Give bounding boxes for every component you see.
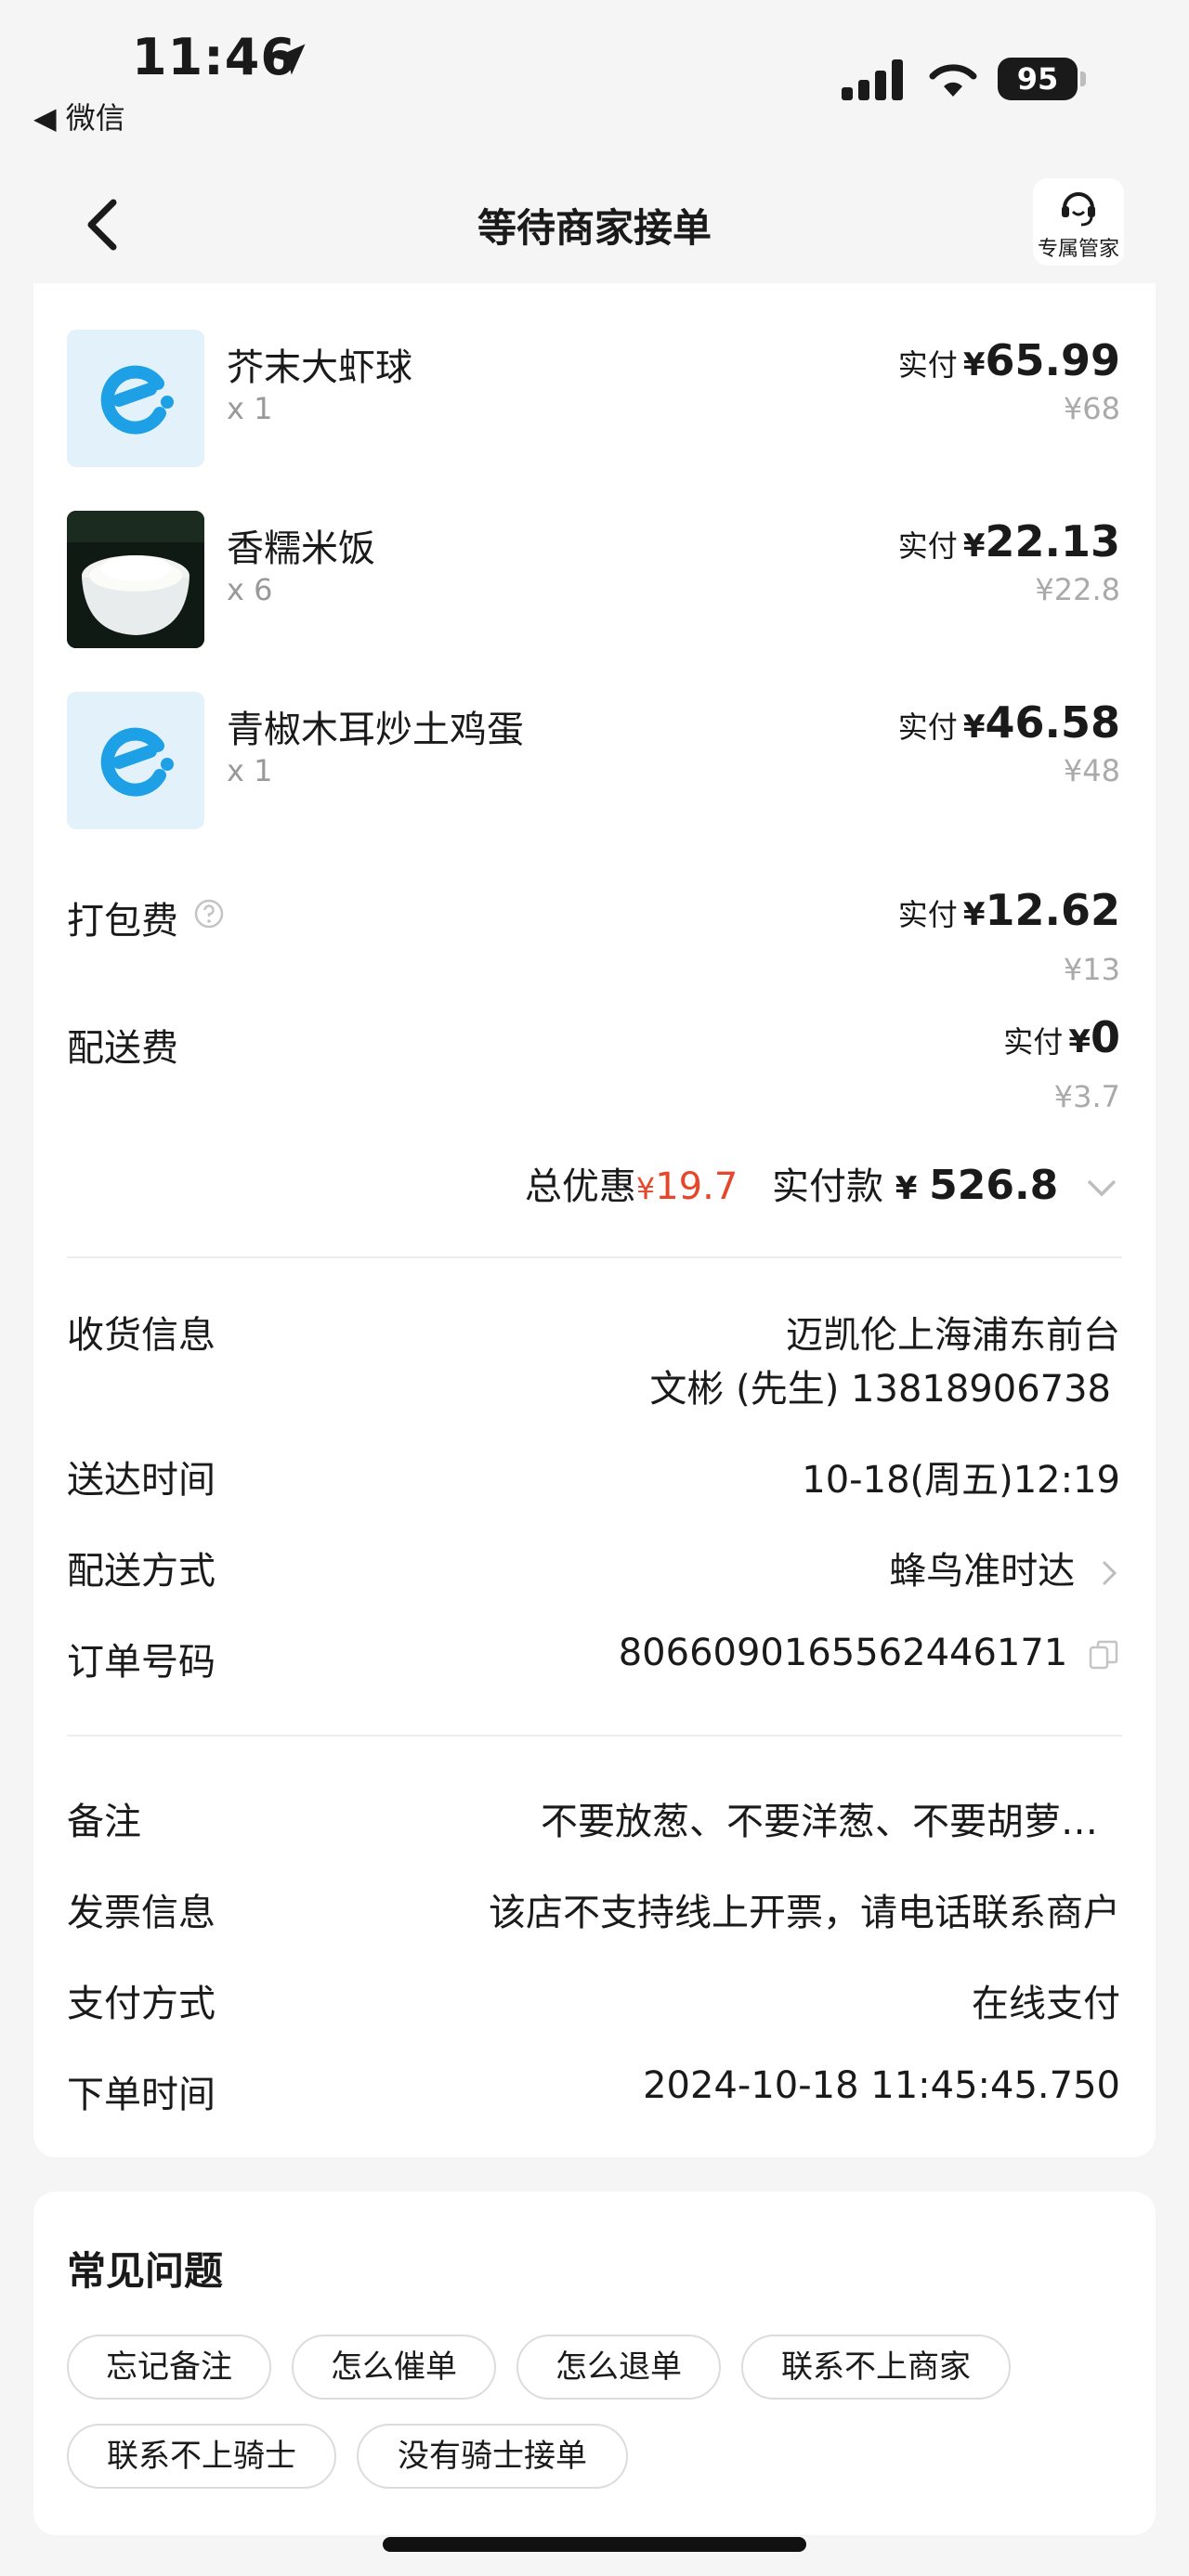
headset-icon <box>1062 192 1095 227</box>
recipient-label: 收货信息 <box>67 1314 216 1357</box>
delivery-time-label: 送达时间 <box>67 1459 216 1502</box>
discount-label: 总优惠 <box>524 1165 636 1208</box>
packing-fee-label: 打包费 <box>67 900 178 943</box>
divider <box>67 1256 1122 1258</box>
recipient-address: 迈凯伦上海浦东前台 <box>786 1314 1120 1357</box>
item-paid-price: 实付 ¥22.13 <box>897 516 1120 566</box>
invoice-value: 该店不支持线上开票，请电话联系商户 <box>489 1892 1120 1934</box>
packing-fee-paid: 实付 ¥12.62 <box>897 885 1120 935</box>
faq-chip-cannot-reach-rider[interactable]: 联系不上骑士 <box>67 2424 336 2489</box>
nav-bar: 等待商家接单 专属管家 <box>0 158 1189 288</box>
battery-level: 95 <box>998 58 1078 100</box>
delivery-method-label: 配送方式 <box>67 1550 216 1593</box>
payment-method-label: 支付方式 <box>67 1983 216 2025</box>
price-summary[interactable]: 总优惠¥19.7 实付款 ¥ 526.8 <box>525 1156 1120 1210</box>
item-original-price: ¥22.8 <box>1035 572 1120 607</box>
item-name: 青椒木耳炒土鸡蛋 <box>227 709 524 751</box>
ele-logo-icon <box>67 692 204 829</box>
help-icon[interactable] <box>193 898 225 930</box>
battery-icon: 95 <box>998 58 1087 100</box>
rice-bowl-photo <box>67 511 204 648</box>
faq-chip-cannot-reach-merchant[interactable]: 联系不上商家 <box>741 2335 1011 2400</box>
order-time-value: 2024-10-18 11:45:45.750 <box>643 2064 1120 2107</box>
status-bar: 11:46 ◀ 微信 95 <box>0 0 1189 158</box>
item-original-price: ¥68 <box>1063 391 1120 426</box>
faq-chip-cancel-order[interactable]: 怎么退单 <box>516 2335 721 2400</box>
order-number-value[interactable]: 8066090165562446171 <box>619 1632 1120 1674</box>
note-label: 备注 <box>67 1801 141 1843</box>
divider <box>67 1735 1122 1737</box>
delivery-fee-original: ¥3.7 <box>1053 1079 1120 1114</box>
faq-chip-no-rider[interactable]: 没有骑士接单 <box>357 2424 628 2489</box>
item-quantity: x 1 <box>227 753 273 788</box>
faq-title: 常见问题 <box>67 2248 224 2294</box>
item-paid-price: 实付 ¥46.58 <box>897 697 1120 748</box>
order-number-label: 订单号码 <box>67 1641 216 1684</box>
delivery-fee-label: 配送费 <box>67 1027 178 1070</box>
location-arrow-icon <box>274 44 306 75</box>
recipient-contact: 文彬 (先生) 13818906738 <box>649 1368 1111 1411</box>
order-detail-card: 芥末大虾球 x 1 实付 ¥65.99 ¥68 香糯米饭 x 6 实付 ¥22.13… <box>33 283 1156 2157</box>
chevron-right-icon <box>1102 1560 1117 1586</box>
back-to-wechat-link[interactable]: ◀ 微信 <box>33 95 125 137</box>
wifi-icon <box>929 64 977 97</box>
invoice-label: 发票信息 <box>67 1892 216 1934</box>
home-indicator[interactable] <box>383 2537 806 2552</box>
cellular-signal-icon <box>842 59 903 100</box>
page-title: 等待商家接单 <box>477 205 712 251</box>
faq-chip-urge-order[interactable]: 怎么催单 <box>292 2335 496 2400</box>
ele-logo-icon <box>67 330 204 467</box>
item-quantity: x 1 <box>227 391 273 426</box>
item-name: 芥末大虾球 <box>227 346 412 389</box>
delivery-fee-row: 配送费 实付 ¥0 ¥3.7 <box>33 1012 1156 1124</box>
order-item[interactable]: 青椒木耳炒土鸡蛋 x 1 实付 ¥46.58 ¥48 <box>33 692 1156 840</box>
order-time-label: 下单时间 <box>67 2074 216 2116</box>
delivery-fee-paid: 实付 ¥0 <box>1003 1012 1120 1062</box>
packing-fee-row: 打包费 实付 ¥12.62 ¥13 <box>33 885 1156 996</box>
faq-chip-forgot-note[interactable]: 忘记备注 <box>67 2335 271 2400</box>
note-value[interactable]: 不要放葱、不要洋葱、不要胡萝… <box>541 1791 1098 1845</box>
copy-icon[interactable] <box>1087 1638 1120 1672</box>
faq-card: 常见问题 忘记备注 怎么催单 怎么退单 联系不上商家 联系不上骑士 没有骑士接单 <box>33 2192 1156 2535</box>
item-paid-price: 实付 ¥65.99 <box>897 335 1120 385</box>
packing-fee-original: ¥13 <box>1063 952 1120 987</box>
discount-value: 19.7 <box>655 1165 738 1208</box>
order-item[interactable]: 芥末大虾球 x 1 实付 ¥65.99 ¥68 <box>33 330 1156 478</box>
item-quantity: x 6 <box>227 572 273 607</box>
paid-total-label: 实付款 <box>771 1165 883 1208</box>
service-label: 专属管家 <box>1037 238 1119 261</box>
chevron-down-icon[interactable] <box>1083 1176 1120 1202</box>
payment-method-value: 在线支付 <box>972 1983 1120 2025</box>
item-original-price: ¥48 <box>1063 753 1120 788</box>
delivery-time-value: 10-18(周五)12:19 <box>802 1459 1120 1502</box>
item-name: 香糯米饭 <box>227 527 375 570</box>
order-item[interactable]: 香糯米饭 x 6 实付 ¥22.13 ¥22.8 <box>33 511 1156 659</box>
delivery-method-link[interactable]: 蜂鸟准时达 <box>889 1541 1120 1594</box>
exclusive-service-button[interactable]: 专属管家 <box>1033 178 1124 266</box>
paid-total-value: 526.8 <box>929 1162 1059 1209</box>
